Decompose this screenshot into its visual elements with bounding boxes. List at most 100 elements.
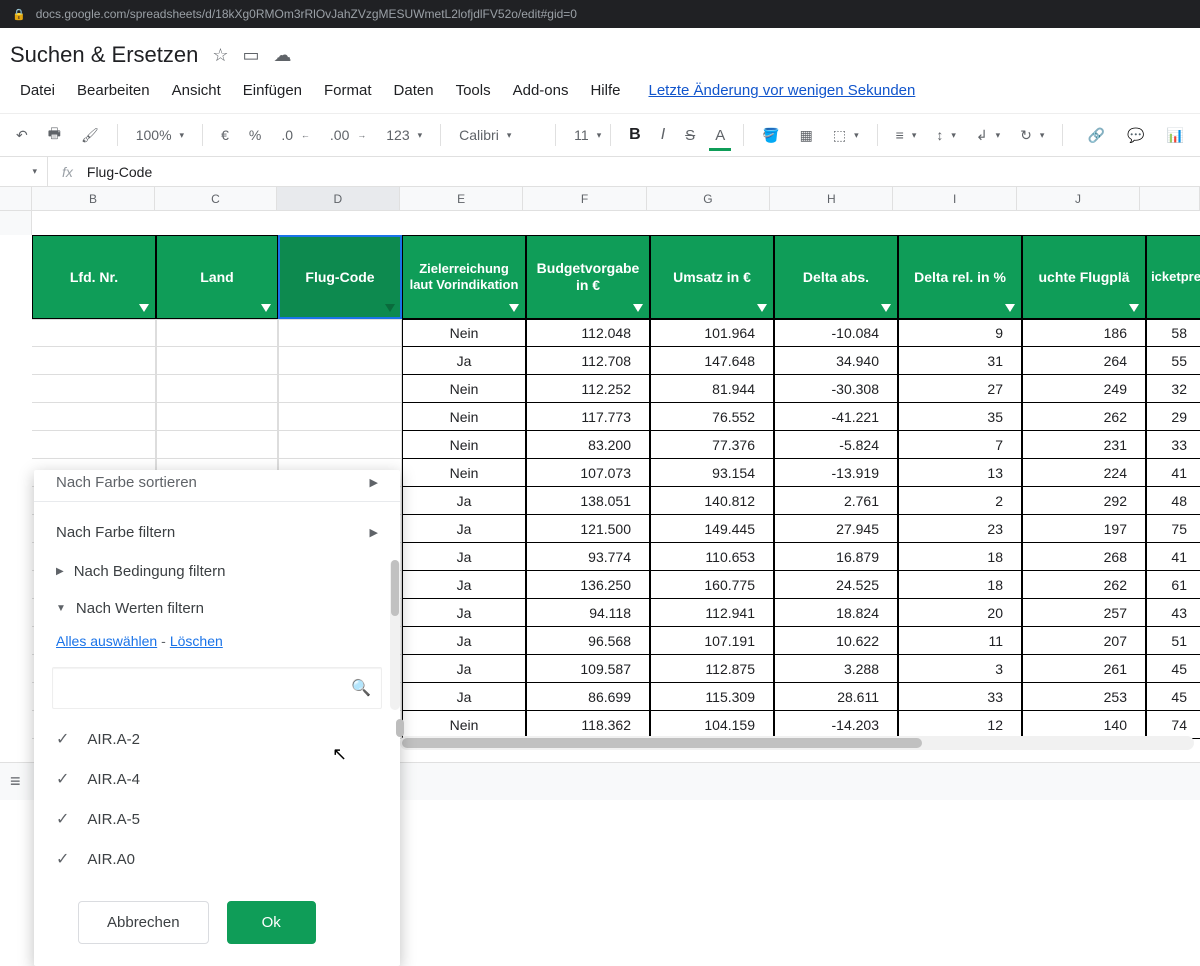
rotate-button[interactable]: ↻ xyxy=(1014,123,1050,148)
cell[interactable]: 112.708 xyxy=(526,347,650,375)
cell[interactable]: 74 xyxy=(1146,711,1200,739)
filter-icon[interactable] xyxy=(139,304,149,312)
cell[interactable]: 262 xyxy=(1022,571,1146,599)
cell[interactable]: 268 xyxy=(1022,543,1146,571)
cell[interactable]: 110.653 xyxy=(650,543,774,571)
cell[interactable]: 257 xyxy=(1022,599,1146,627)
cell[interactable]: 29 xyxy=(1146,403,1200,431)
cell[interactable]: 3 xyxy=(898,655,1022,683)
header-budget[interactable]: Budgetvorgabe in € xyxy=(526,235,650,319)
cell[interactable]: 262 xyxy=(1022,403,1146,431)
col-header-K[interactable] xyxy=(1140,187,1200,210)
header-delta-rel[interactable]: Delta rel. in % xyxy=(898,235,1022,319)
cell[interactable]: Ja xyxy=(402,347,526,375)
filter-value-item[interactable]: ✓AIR.A0 xyxy=(56,839,378,879)
cell[interactable]: 109.587 xyxy=(526,655,650,683)
cell[interactable]: 136.250 xyxy=(526,571,650,599)
cell[interactable]: Ja xyxy=(402,599,526,627)
cell[interactable]: 41 xyxy=(1146,459,1200,487)
row-header-strip[interactable] xyxy=(0,211,32,235)
filter-search-input[interactable] xyxy=(63,680,351,696)
clear-link[interactable]: Löschen xyxy=(170,633,223,649)
font-family-select[interactable]: Calibri xyxy=(453,123,543,147)
cell[interactable]: 45 xyxy=(1146,655,1200,683)
currency-button[interactable]: € xyxy=(215,123,235,147)
menu-insert[interactable]: Einfügen xyxy=(233,78,312,103)
cell[interactable]: 58 xyxy=(1146,319,1200,347)
cell[interactable]: 13 xyxy=(898,459,1022,487)
text-color-button[interactable]: A xyxy=(709,123,731,148)
formula-input[interactable]: Flug-Code xyxy=(87,164,152,180)
col-header-D[interactable]: D xyxy=(277,187,400,210)
cell[interactable]: Ja xyxy=(402,571,526,599)
cell[interactable]: 77.376 xyxy=(650,431,774,459)
cell[interactable]: 96.568 xyxy=(526,627,650,655)
insert-chart-button[interactable]: 📊 xyxy=(1161,123,1190,148)
menu-edit[interactable]: Bearbeiten xyxy=(67,78,160,103)
cell[interactable]: 33 xyxy=(898,683,1022,711)
cell[interactable]: 76.552 xyxy=(650,403,774,431)
header-zielerreichung[interactable]: Zielerreichung laut Vorindikation xyxy=(402,235,526,319)
insert-comment-button[interactable]: 💬 xyxy=(1121,123,1150,148)
cell[interactable]: 9 xyxy=(898,319,1022,347)
header-flugcode[interactable]: Flug-Code xyxy=(278,235,402,319)
cell[interactable]: 121.500 xyxy=(526,515,650,543)
cell[interactable]: 138.051 xyxy=(526,487,650,515)
cell[interactable]: 112.875 xyxy=(650,655,774,683)
bold-button[interactable]: B xyxy=(623,122,647,148)
cell[interactable]: 112.048 xyxy=(526,319,650,347)
cell[interactable]: Nein xyxy=(402,431,526,459)
cell[interactable]: 31 xyxy=(898,347,1022,375)
cell[interactable]: 28.611 xyxy=(774,683,898,711)
paint-format-button[interactable]: 🖌 xyxy=(75,123,105,148)
menu-format[interactable]: Format xyxy=(314,78,382,103)
cloud-status-icon[interactable]: ☁ xyxy=(274,45,292,66)
cell[interactable]: 48 xyxy=(1146,487,1200,515)
wrap-button[interactable]: ↲ xyxy=(970,123,1006,148)
col-header-H[interactable]: H xyxy=(770,187,893,210)
cell[interactable]: 43 xyxy=(1146,599,1200,627)
select-all-corner[interactable] xyxy=(0,187,32,210)
menu-data[interactable]: Daten xyxy=(384,78,444,103)
cell[interactable]: 11 xyxy=(898,627,1022,655)
header-lfdnr[interactable]: Lfd. Nr. xyxy=(32,235,156,319)
cell[interactable]: Ja xyxy=(402,683,526,711)
cell[interactable]: 115.309 xyxy=(650,683,774,711)
cell[interactable]: 33 xyxy=(1146,431,1200,459)
cell[interactable]: 261 xyxy=(1022,655,1146,683)
cell[interactable]: 12 xyxy=(898,711,1022,739)
col-header-E[interactable]: E xyxy=(400,187,523,210)
filter-value-item[interactable]: ✓AIR.A-4 xyxy=(56,759,378,799)
cell[interactable]: 45 xyxy=(1146,683,1200,711)
italic-button[interactable]: I xyxy=(655,122,671,148)
header-umsatz[interactable]: Umsatz in € xyxy=(650,235,774,319)
col-header-C[interactable]: C xyxy=(155,187,276,210)
cell[interactable]: 160.775 xyxy=(650,571,774,599)
cell[interactable]: 27 xyxy=(898,375,1022,403)
cell[interactable]: 24.525 xyxy=(774,571,898,599)
h-align-button[interactable]: ≡ xyxy=(890,123,923,147)
cell[interactable]: 224 xyxy=(1022,459,1146,487)
filter-value-item[interactable]: ✓AIR.A-5 xyxy=(56,799,378,839)
col-header-I[interactable]: I xyxy=(893,187,1016,210)
filter-by-color-item[interactable]: Nach Farbe filtern▶ xyxy=(34,512,400,553)
cell[interactable]: 81.944 xyxy=(650,375,774,403)
cell[interactable]: 118.362 xyxy=(526,711,650,739)
borders-button[interactable]: ▦ xyxy=(794,123,819,148)
number-format-button[interactable]: 123 xyxy=(380,123,428,147)
percent-button[interactable]: % xyxy=(243,123,267,147)
star-icon[interactable]: ☆ xyxy=(212,45,228,66)
strikethrough-button[interactable]: S xyxy=(679,123,701,148)
col-header-F[interactable]: F xyxy=(523,187,646,210)
cell[interactable]: 140.812 xyxy=(650,487,774,515)
filter-search-box[interactable]: 🔍 xyxy=(52,667,382,709)
table-row[interactable]: Ja112.708147.64834.9403126455 xyxy=(32,347,1200,375)
cell[interactable]: 104.159 xyxy=(650,711,774,739)
cell[interactable]: Ja xyxy=(402,543,526,571)
col-header-J[interactable]: J xyxy=(1017,187,1140,210)
filter-icon[interactable] xyxy=(757,304,767,312)
cell[interactable]: 292 xyxy=(1022,487,1146,515)
menu-file[interactable]: Datei xyxy=(10,78,65,103)
cell[interactable]: 18.824 xyxy=(774,599,898,627)
table-row[interactable]: Nein83.20077.376-5.824723133 xyxy=(32,431,1200,459)
